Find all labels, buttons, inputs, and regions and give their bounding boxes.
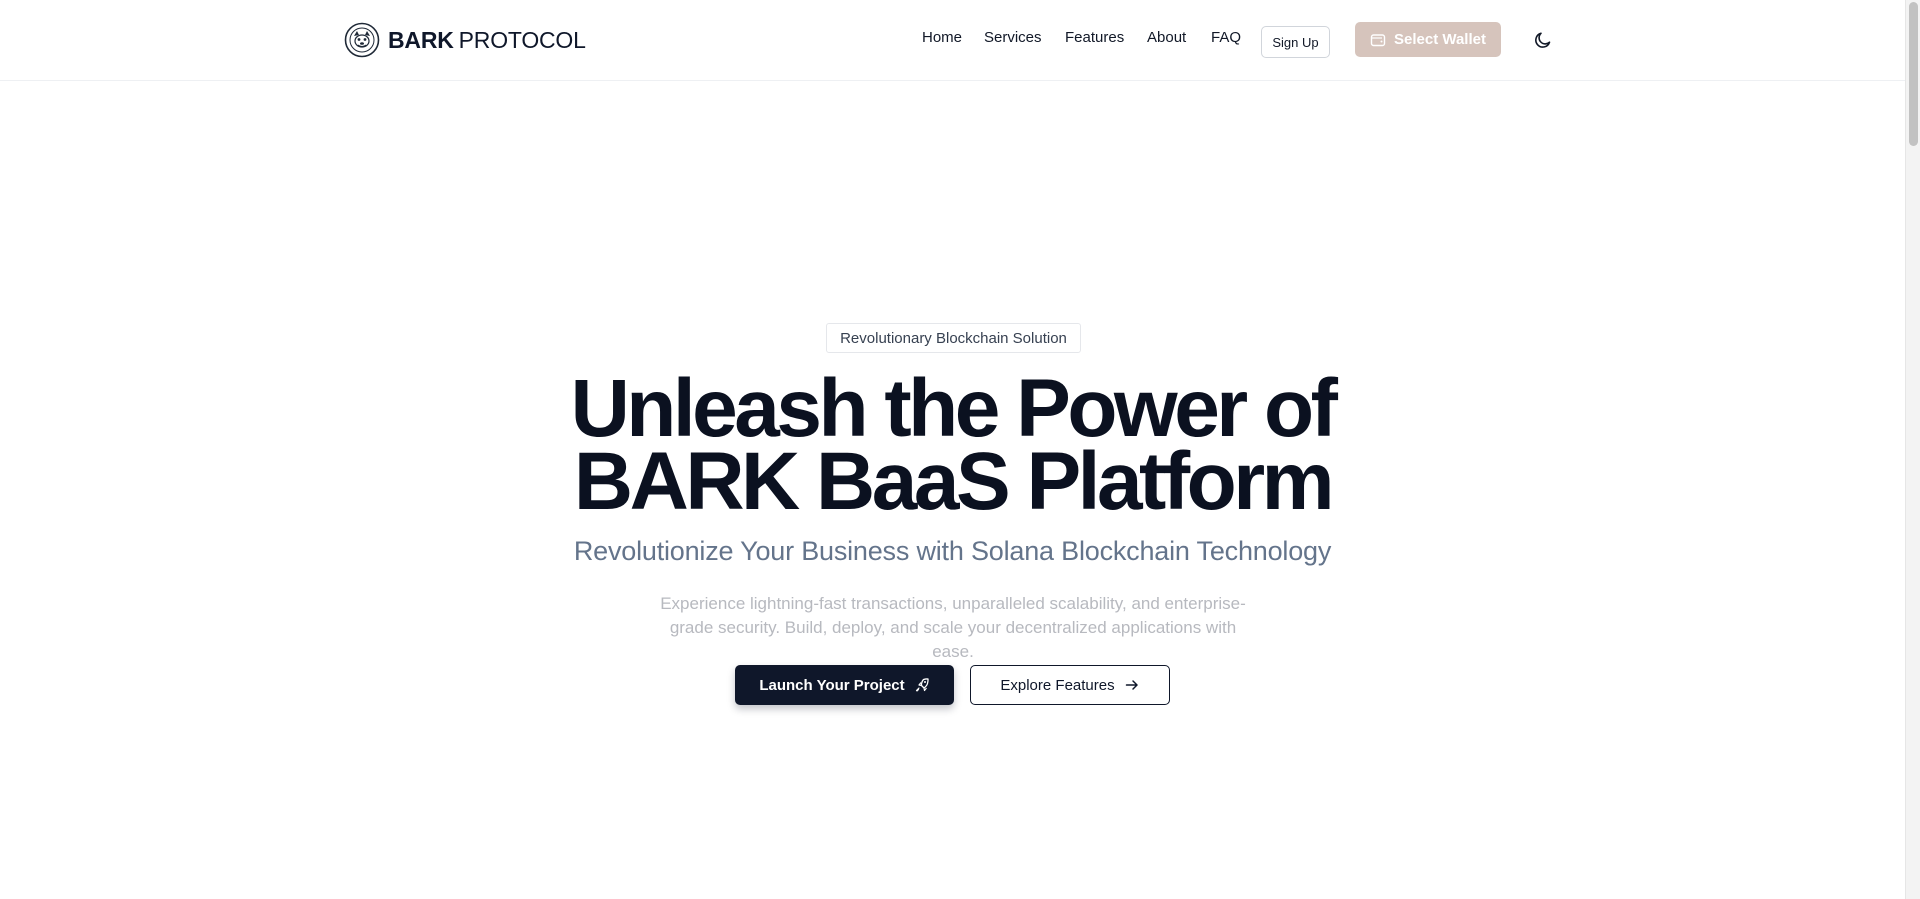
hero-description: Experience lightning-fast transactions, … [648,592,1258,664]
hero-description-line-2: grade security. Build, deploy, and scale… [669,618,1237,661]
hero-subtitle: Revolutionize Your Business with Solana … [573,536,1332,566]
brand-name-bold: BARK [388,26,454,53]
hero-title-line-2: BARK BaaS Platform [573,436,1335,527]
explore-features-label: Explore Features [1000,676,1115,694]
nav-item-faq[interactable]: FAQ [1211,29,1241,46]
hero-description-line-1: Experience lightning-fast transactions, … [660,594,1246,613]
nav-item-services[interactable]: Services [984,29,1042,46]
hero-title-line-1: Unleash the Power of [570,363,1338,454]
launch-project-button[interactable]: Launch Your Project [735,665,954,705]
brand-logo-link[interactable]: BARK PROTOCOL [344,22,586,58]
bark-logo-icon [344,22,380,58]
scrollbar-thumb[interactable] [1909,2,1918,146]
hero-title: Unleash the Power of BARK BaaS Platform [560,363,1345,527]
moon-icon [1535,32,1551,48]
signup-button[interactable]: Sign Up [1261,26,1330,58]
theme-toggle-button[interactable] [1532,29,1554,51]
launch-project-label: Launch Your Project [759,676,905,694]
select-wallet-label: Select Wallet [1394,31,1486,48]
page-scrollbar[interactable] [1905,0,1920,899]
arrow-right-icon [1125,680,1138,690]
wallet-icon [1370,33,1386,46]
nav-item-features[interactable]: Features [1065,29,1124,46]
nav-item-home[interactable]: Home [922,29,962,46]
brand-name: BARK PROTOCOL [388,27,586,54]
brand-name-light: PROTOCOL [458,26,586,53]
site-header: BARK PROTOCOL Home Services Features Abou… [0,0,1905,81]
rocket-icon [915,678,929,692]
nav-item-about[interactable]: About [1147,29,1186,46]
explore-features-button[interactable]: Explore Features [970,665,1170,705]
hero-badge: Revolutionary Blockchain Solution [826,323,1081,353]
select-wallet-button[interactable]: Select Wallet [1355,22,1501,57]
